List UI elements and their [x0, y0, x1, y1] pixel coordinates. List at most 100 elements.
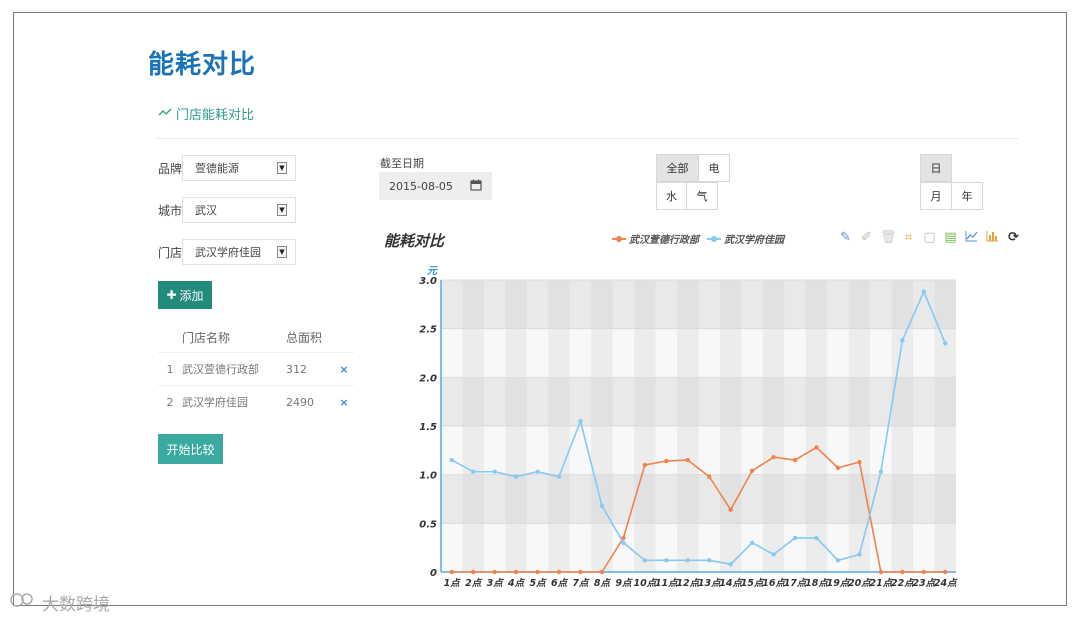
data-point	[921, 569, 927, 575]
calendar-icon[interactable]	[470, 179, 482, 194]
data-point	[492, 469, 497, 474]
x-tick-label: 4点	[507, 577, 526, 589]
legend-marker	[707, 235, 721, 242]
city-row: 城市 武汉 ▼	[158, 197, 296, 223]
chevron-down-icon[interactable]: ▼	[277, 204, 287, 216]
energy-all-button[interactable]: 全部	[656, 154, 699, 182]
y-axis-label: 元	[427, 266, 438, 277]
date-input[interactable]: 2015-08-05	[379, 172, 492, 200]
refresh-icon[interactable]: ⟳	[1006, 230, 1021, 246]
chevron-down-icon[interactable]: ▼	[277, 246, 287, 258]
store-select[interactable]: 武汉学府佳园 ▼	[182, 239, 296, 265]
store-table: 门店名称 总面积 1 武汉萱德行政部 312 × 2 武汉学府佳园 2490 ×	[158, 322, 354, 418]
data-point	[513, 474, 519, 479]
line-chart-icon[interactable]	[964, 230, 979, 246]
x-tick-label: 2点	[465, 577, 483, 589]
data-point	[599, 503, 605, 509]
data-point	[642, 558, 648, 563]
data-point	[556, 474, 562, 479]
row-store-name: 武汉学府佳园	[182, 396, 248, 409]
period-year-button[interactable]: 年	[951, 182, 983, 210]
pencil-icon[interactable]: ✎	[838, 230, 853, 246]
data-point	[728, 562, 733, 567]
row-store-name: 武汉萱德行政部	[182, 363, 259, 376]
add-store-button[interactable]: ✚ 添加	[158, 281, 212, 309]
brand-select[interactable]: 萱德能源 ▼	[182, 155, 296, 181]
date-value: 2015-08-05	[389, 179, 453, 193]
x-tick-label: 9点	[615, 577, 633, 589]
remove-icon[interactable]: ×	[334, 396, 354, 409]
x-tick-label: 3点	[487, 577, 505, 589]
data-point	[449, 457, 454, 463]
data-point	[792, 457, 798, 463]
brand-label: 品牌	[158, 161, 183, 176]
watermark-text: 大数跨境	[42, 595, 110, 615]
section-divider	[156, 138, 1018, 139]
section-title: 门店能耗对比	[176, 108, 255, 123]
city-label: 城市	[158, 203, 183, 218]
store-table-header: 门店名称 总面积	[158, 322, 354, 352]
header-store-name: 门店名称	[182, 330, 231, 345]
grid-row-band	[441, 377, 956, 426]
city-select-value: 武汉	[195, 204, 217, 217]
crop-icon[interactable]: ⌗	[901, 230, 916, 246]
data-point	[492, 569, 497, 575]
x-tick-label: 8点	[594, 577, 612, 589]
chevron-down-icon[interactable]: ▼	[277, 162, 287, 174]
row-index: 2	[166, 395, 174, 409]
data-point	[835, 558, 841, 563]
header-area: 总面积	[286, 330, 323, 345]
restore-icon[interactable]: ▢	[922, 230, 937, 246]
data-point	[749, 540, 755, 545]
city-select[interactable]: 武汉 ▼	[182, 197, 296, 223]
data-point	[728, 507, 733, 512]
chart-title: 能耗对比	[384, 232, 445, 250]
trash-icon[interactable]: 🗑	[880, 230, 897, 246]
legend-item[interactable]: 武汉学府佳园	[707, 231, 784, 246]
data-point	[621, 540, 626, 545]
legend-label: 武汉萱德行政部	[629, 235, 699, 246]
x-tick-label: 24点	[934, 577, 958, 589]
date-label: 截至日期	[380, 157, 424, 170]
section-header: 门店能耗对比	[158, 104, 254, 123]
x-tick-label: 5点	[530, 577, 548, 589]
data-point	[857, 552, 862, 557]
data-point	[470, 569, 476, 575]
bar-chart-icon[interactable]	[985, 230, 1000, 246]
row-index: 1	[166, 362, 174, 376]
data-point	[943, 569, 948, 575]
data-point	[878, 469, 884, 474]
start-compare-button[interactable]: 开始比较	[158, 434, 223, 464]
data-point	[664, 558, 669, 563]
chart-toolbox: ✎ ✐ 🗑 ⌗ ▢ ▤ ⟳	[838, 230, 1021, 246]
table-row: 2 武汉学府佳园 2490 ×	[158, 385, 354, 418]
x-tick-label: 6点	[551, 577, 569, 589]
row-area: 2490	[286, 395, 314, 409]
data-point	[578, 569, 583, 575]
data-point	[771, 454, 776, 460]
data-point	[685, 457, 690, 463]
legend-item[interactable]: 武汉萱德行政部	[612, 231, 699, 246]
remove-icon[interactable]: ×	[334, 363, 354, 376]
store-row: 门店 武汉学府佳园 ▼	[158, 239, 296, 265]
logo-icon	[10, 591, 38, 614]
data-point	[449, 569, 454, 575]
chart-legend: 武汉萱德行政部 武汉学府佳园	[612, 231, 784, 246]
eraser-icon[interactable]: ✐	[859, 230, 874, 246]
data-point	[535, 569, 540, 575]
data-point	[749, 468, 755, 473]
page-title: 能耗对比	[148, 50, 257, 80]
data-point	[707, 558, 712, 563]
brand-row: 品牌 萱德能源 ▼	[158, 155, 296, 181]
data-view-icon[interactable]: ▤	[943, 230, 958, 246]
data-point	[878, 569, 884, 575]
period-day-button[interactable]: 日	[920, 154, 952, 182]
energy-water-button[interactable]: 水	[656, 182, 687, 210]
energy-gas-button[interactable]: 气	[686, 182, 718, 210]
energy-electric-button[interactable]: 电	[698, 154, 730, 182]
legend-marker	[612, 235, 626, 242]
period-month-button[interactable]: 月	[920, 182, 952, 210]
data-point	[814, 445, 819, 450]
data-point	[771, 552, 776, 557]
x-tick-label: 7点	[572, 577, 590, 589]
